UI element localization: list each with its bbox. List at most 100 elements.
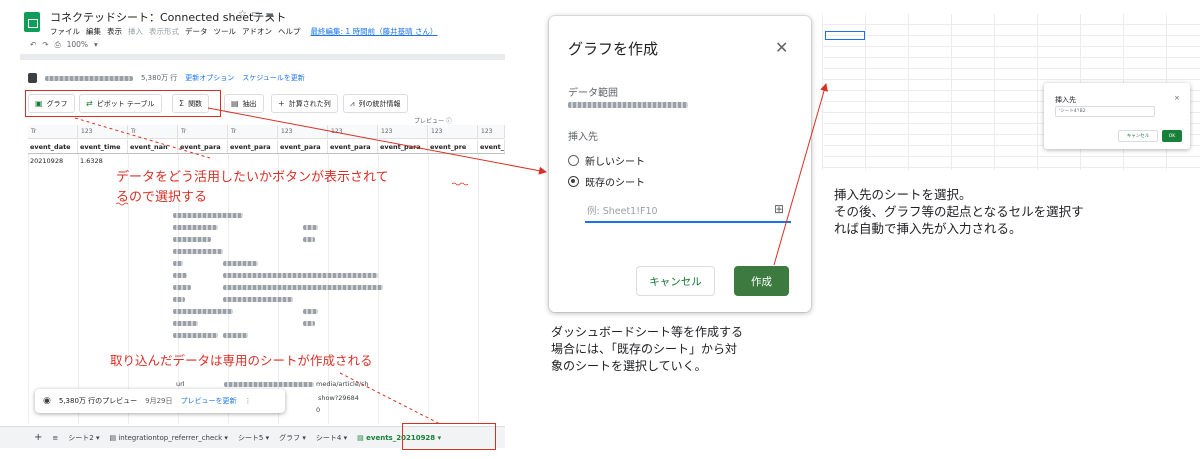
option-existing-sheet-label: 既存のシート (585, 178, 645, 189)
zoom-select[interactable]: 100% (67, 40, 88, 50)
table-cell[interactable]: 20210928 (28, 155, 78, 167)
annotation-line: 挿入先のシートを選択。 (834, 187, 972, 202)
preview-row-label: 5,380万 行のプレビュー (58, 397, 138, 405)
database-icon (28, 73, 37, 83)
column-stats-button[interactable]: ⩘ 列の統計情報 (343, 94, 408, 113)
refresh-options-link[interactable]: 更新オプション (185, 73, 234, 83)
tab-sheet2[interactable]: シート2 ▾ (68, 433, 99, 443)
create-button[interactable]: 作成 (734, 266, 789, 296)
plus-icon: + (278, 99, 285, 108)
refresh-preview-link[interactable]: プレビューを更新 (181, 396, 237, 406)
menu-edit[interactable]: 編集 (86, 26, 101, 37)
tab-graph[interactable]: グラフ ▾ (279, 433, 306, 443)
option-new-sheet-label: 新しいシート (585, 157, 645, 168)
toolbar-divider (20, 54, 505, 60)
annotation-line: 場合には、「既存のシート」から対 (551, 342, 738, 356)
datasource-row-count: 5,380万 行 (141, 74, 178, 82)
column-header[interactable]: event_para (328, 140, 378, 153)
col-type: 123 (78, 125, 128, 138)
column-header[interactable]: event_nan (128, 140, 178, 153)
tab-sheet5[interactable]: シート5 ▾ (238, 433, 269, 443)
range-input[interactable] (585, 201, 791, 223)
mini-sheet-screenshot[interactable]: 挿入先 × 'シート4'!B2 キャンセル OK (822, 14, 1200, 170)
close-icon[interactable]: ✕ (775, 38, 788, 57)
star-icon[interactable]: ☆ (238, 9, 251, 20)
column-header[interactable]: event_date (28, 140, 78, 153)
preview-status-pill: ◉ 5,380万 行のプレビュー 9月29日 プレビューを更新 ⋮ (35, 389, 285, 413)
menu-help[interactable]: ヘルプ (278, 26, 301, 37)
column-stats-label: 列の統計情報 (358, 99, 401, 108)
destination-input[interactable]: 'シート4'!B2 (1055, 106, 1155, 117)
undo-icon[interactable]: ↶ (30, 40, 36, 50)
more-options-icon[interactable]: ⋮ (245, 397, 252, 405)
radio-existing-sheet[interactable] (568, 176, 579, 187)
option-existing-sheet[interactable]: 既存のシート (568, 174, 645, 189)
data-range-label: データ範囲 (568, 88, 618, 99)
column-header[interactable]: event_pre (428, 140, 478, 153)
selected-cell[interactable] (825, 31, 865, 40)
cloud-status-icon[interactable]: ☁ (264, 9, 278, 20)
column-header[interactable]: event_para (278, 140, 328, 153)
mini-cancel-button[interactable]: キャンセル (1118, 130, 1158, 142)
extract-icon: ▤ (231, 99, 239, 108)
cell-show-path: show?29684 (318, 394, 359, 402)
folder-move-icon[interactable]: ▭ (251, 9, 264, 20)
menu-view[interactable]: 表示 (107, 26, 122, 37)
col-type: Tr (128, 125, 178, 138)
col-type: Tr (178, 125, 228, 138)
col-type: 123 (428, 125, 478, 138)
redo-icon[interactable]: ↷ (42, 40, 48, 50)
menu-bar: ファイル 編集 表示 挿入 表示形式 データ ツール アドオン ヘルプ 最終編集… (50, 26, 437, 37)
column-type-row: Tr 123 Tr Tr Tr 123 123 123 123 123 (28, 125, 505, 139)
column-header[interactable]: event_para (178, 140, 228, 153)
extract-button[interactable]: ▤ 抽出 (224, 94, 264, 113)
column-header[interactable]: event_para (228, 140, 278, 153)
tab-integrationtop[interactable]: ▤ integrationtop_referrer_check ▾ (109, 434, 227, 442)
menu-format[interactable]: 表示形式 (149, 26, 179, 37)
column-header[interactable]: event_para (378, 140, 428, 153)
annotation-line: れば自動で挿入先が入力される。 (834, 221, 1022, 236)
all-sheets-icon[interactable]: ≡ (52, 434, 58, 442)
close-icon[interactable]: × (1174, 94, 1180, 102)
redacted-url (224, 382, 314, 387)
radio-new-sheet[interactable] (568, 155, 579, 166)
data-range-value-redacted (568, 102, 688, 108)
column-header-row: event_date event_time event_nan event_pa… (28, 140, 505, 154)
menu-file[interactable]: ファイル (50, 26, 80, 37)
preview-label: プレビュー ⓘ (414, 118, 452, 125)
tab-sheet4[interactable]: シート4 ▾ (316, 433, 347, 443)
option-new-sheet[interactable]: 新しいシート (568, 153, 645, 168)
highlight-box-actions (25, 90, 221, 117)
mini-dialog-title: 挿入先 (1055, 96, 1076, 104)
annotation-line: 象のシートを選択していく。 (551, 359, 707, 373)
datasource-bar: 5,380万 行 更新オプション スケジュールを更新 (28, 71, 305, 85)
column-header[interactable]: event_time (78, 140, 128, 153)
menu-addons[interactable]: アドオン (242, 26, 272, 37)
annotation-line: その後、グラフ等の起点となるセルを選択す (834, 204, 1084, 219)
column-stats-icon: ⩘ (350, 98, 355, 108)
cell-zero: 0 (316, 406, 321, 414)
annotation-dialog-note: ダッシュボードシート等を作成する 場合には、「既存のシート」から対 象のシートを… (551, 324, 743, 375)
menu-tools[interactable]: ツール (214, 26, 237, 37)
cell-article-path: media/article/sh (316, 380, 369, 388)
menu-data[interactable]: データ (185, 26, 208, 37)
datasource-name-redacted (45, 75, 133, 81)
mini-ok-button[interactable]: OK (1162, 130, 1182, 142)
print-icon[interactable]: ⎙ (55, 40, 61, 50)
extract-button-label: 抽出 (242, 99, 257, 108)
annotation-line: ダッシュボードシート等を作成する (551, 325, 744, 339)
select-range-grid-icon[interactable]: ⊞ (774, 202, 784, 216)
last-edit-link[interactable]: 最終編集: 1 時間前（藤井基晴 さん） (311, 26, 438, 37)
calculated-column-button[interactable]: + 計算された列 (271, 94, 338, 113)
schedule-refresh-link[interactable]: スケジュールを更新 (242, 73, 305, 83)
dialog-title: グラフを作成 (568, 40, 659, 58)
annotation-sheet-created: 取り込んだデータは専用のシートが作成される (110, 353, 373, 368)
menu-insert[interactable]: 挿入 (128, 26, 143, 37)
col-type: 123 (478, 125, 505, 138)
column-header[interactable]: event_ (478, 140, 505, 153)
tab-integrationtop-label: integrationtop_referrer_check ▾ (118, 433, 228, 442)
cancel-button[interactable]: キャンセル (636, 266, 715, 296)
add-sheet-icon[interactable]: + (34, 432, 42, 443)
chevron-down-icon[interactable]: ▾ (94, 40, 98, 50)
highlight-box-tab (402, 423, 496, 450)
